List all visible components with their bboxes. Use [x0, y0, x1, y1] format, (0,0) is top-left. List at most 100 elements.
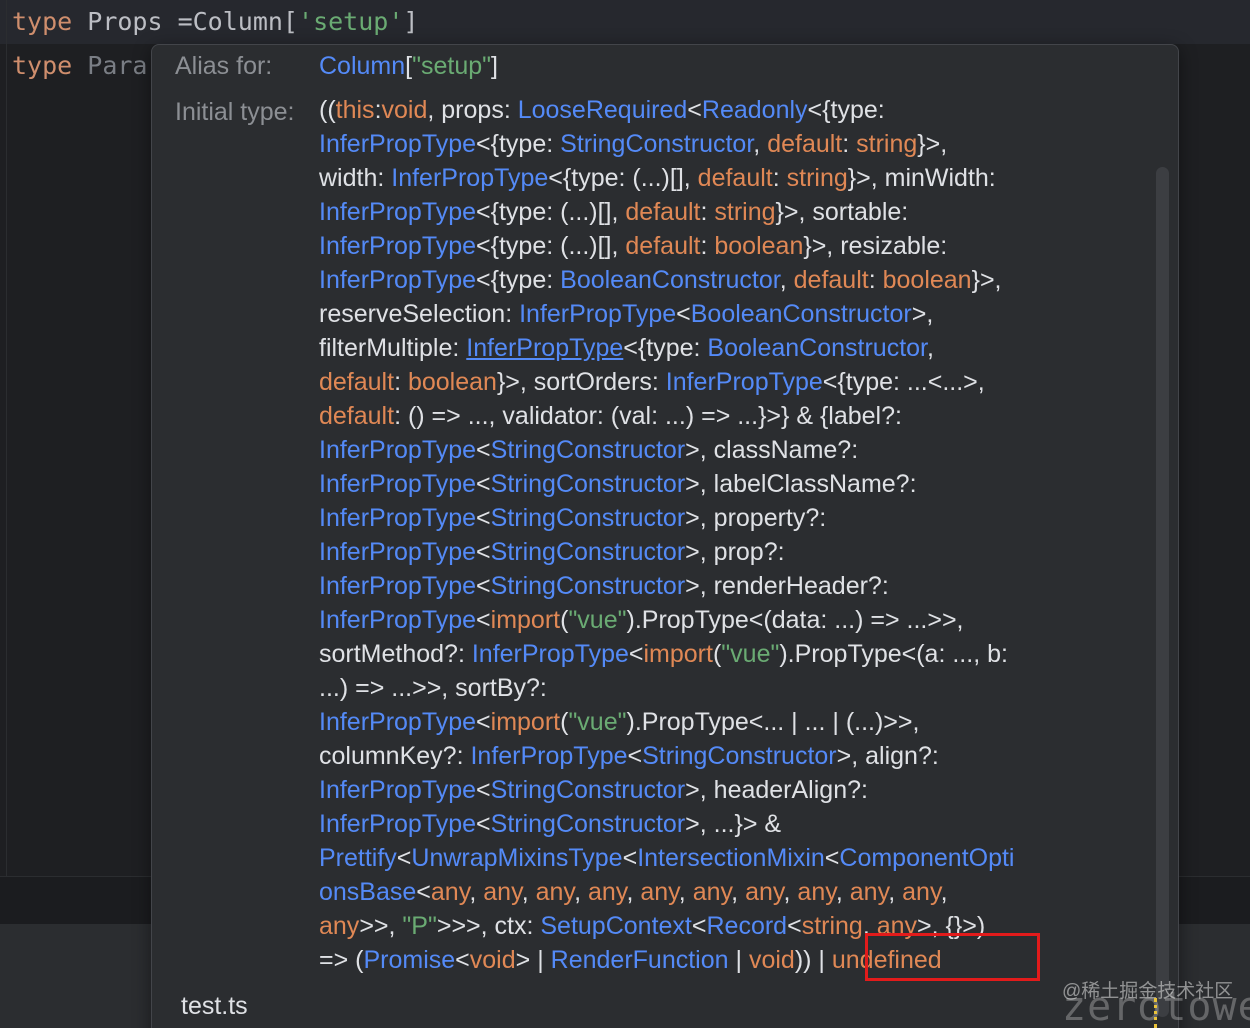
popup-scrollbar[interactable]: [1156, 167, 1169, 1017]
type-token[interactable]: InferPropType: [319, 130, 476, 158]
signature-line: InferPropType<{type: StringConstructor, …: [319, 127, 1159, 161]
type-token[interactable]: InferPropType: [319, 810, 476, 838]
code-line-2[interactable]: type Para: [12, 46, 147, 86]
signature-line: default: () => ..., validator: (val: ...…: [319, 399, 1159, 433]
type-token[interactable]: InferPropType: [319, 436, 476, 464]
type-token[interactable]: InferPropType: [319, 266, 476, 294]
type-token[interactable]: InferPropType: [319, 504, 476, 532]
string-token: "vue": [721, 640, 780, 668]
signature-line: reserveSelection: InferPropType<BooleanC…: [319, 297, 1159, 331]
text-token: <: [476, 538, 491, 566]
text-token: <{type:: [476, 266, 561, 294]
text-token: :: [772, 164, 787, 192]
signature-line: width: InferPropType<{type: (...)[], def…: [319, 161, 1159, 195]
keyword-token: import: [643, 640, 713, 668]
type-token[interactable]: IntersectionMixin: [637, 844, 825, 872]
type-token[interactable]: InferPropType: [319, 198, 476, 226]
type-token[interactable]: Readonly: [702, 96, 808, 124]
type-token[interactable]: onsBase: [319, 878, 416, 906]
type-token[interactable]: ComponentOpti: [839, 844, 1014, 872]
signature-line: InferPropType<StringConstructor>, ...}> …: [319, 807, 1159, 841]
text-token: >, property?:: [685, 504, 827, 532]
assignment: =Column[: [177, 7, 298, 36]
text-token: :: [842, 130, 857, 158]
keyword-token: void: [748, 946, 795, 974]
type-token[interactable]: InferPropType: [666, 368, 823, 396]
type-token[interactable]: BooleanConstructor: [691, 300, 912, 328]
type-token[interactable]: InferPropType: [319, 708, 476, 736]
keyword-token: any: [640, 878, 679, 906]
signature-line: InferPropType<StringConstructor>, classN…: [319, 433, 1159, 467]
keyword-token: void: [381, 96, 428, 124]
keyword-token: any: [430, 878, 470, 906]
string-literal: setup: [313, 7, 389, 36]
type-token[interactable]: Prettify: [319, 844, 397, 872]
keyword-token: any: [745, 878, 784, 906]
alias-string: "setup": [412, 52, 492, 80]
text-token: >>>, ctx:: [436, 912, 541, 940]
alias-type-link[interactable]: Column: [319, 52, 405, 80]
keyword-token: any: [692, 878, 732, 906]
text-token: <: [687, 96, 702, 124]
text-token: width:: [319, 164, 392, 192]
type-token[interactable]: StringConstructor: [560, 130, 753, 158]
text-token: <: [476, 470, 491, 498]
signature-line: InferPropType<import("vue").PropType<...…: [319, 705, 1159, 739]
signature-line: sortMethod?: InferPropType<import("vue")…: [319, 637, 1159, 671]
text-token: <: [476, 504, 491, 532]
text-token: )) |: [794, 946, 832, 974]
type-token[interactable]: InferPropType: [319, 232, 476, 260]
quick-documentation-popup[interactable]: Alias for: Column["setup"] Initial type:…: [151, 44, 1179, 1028]
source-file-name[interactable]: test.ts: [181, 989, 248, 1023]
type-token[interactable]: StringConstructor: [491, 538, 686, 566]
keyword-token: boolean: [882, 266, 972, 294]
type-token[interactable]: LooseRequired: [518, 96, 688, 124]
type-token[interactable]: StringConstructor: [491, 436, 686, 464]
type-token[interactable]: InferPropType: [319, 470, 476, 498]
text-token: <{type: ...<...>,: [822, 368, 985, 396]
text-token: }>,: [917, 130, 948, 158]
type-token[interactable]: Promise: [363, 946, 455, 974]
initial-type-label: Initial type:: [175, 98, 295, 126]
type-token[interactable]: StringConstructor: [491, 572, 686, 600]
type-token[interactable]: BooleanConstructor: [560, 266, 780, 294]
type-token[interactable]: RenderFunction: [551, 946, 729, 974]
signature-line: InferPropType<StringConstructor>, header…: [319, 773, 1159, 807]
text-token: <: [476, 606, 491, 634]
type-token[interactable]: InferPropType: [319, 538, 476, 566]
type-token[interactable]: SetupContext: [540, 912, 692, 940]
text-token: <: [824, 844, 840, 872]
type-token[interactable]: InferPropType: [470, 742, 627, 770]
type-token[interactable]: InferPropType: [319, 572, 476, 600]
text-token: >, align?:: [836, 742, 939, 770]
text-token: ,: [940, 878, 948, 906]
type-token[interactable]: BooleanConstructor: [707, 334, 927, 362]
keyword-token: void: [469, 946, 516, 974]
type-token[interactable]: InferPropType: [519, 300, 676, 328]
keyword-token: string: [801, 912, 863, 940]
type-token[interactable]: StringConstructor: [642, 742, 837, 770]
code-line-1[interactable]: type Props =Column['setup']: [12, 2, 418, 42]
type-token[interactable]: UnwrapMixinsType: [411, 844, 622, 872]
text-token: sortMethod?:: [319, 640, 472, 668]
type-token[interactable]: InferPropType: [472, 640, 629, 668]
text-token: columnKey?:: [319, 742, 471, 770]
text-token: ,: [888, 878, 903, 906]
text-token: <: [691, 912, 707, 940]
type-token[interactable]: InferPropType: [319, 776, 476, 804]
type-link-token[interactable]: InferPropType: [466, 334, 623, 362]
text-token: ,: [626, 878, 641, 906]
type-token[interactable]: Record: [706, 912, 787, 940]
type-token[interactable]: StringConstructor: [491, 810, 686, 838]
text-token: <: [416, 878, 431, 906]
type-token[interactable]: StringConstructor: [491, 470, 686, 498]
text-token: >, className?:: [685, 436, 859, 464]
text-token: :: [394, 368, 408, 396]
type-token[interactable]: StringConstructor: [491, 504, 686, 532]
quote-open: ': [298, 7, 314, 36]
type-token[interactable]: InferPropType: [391, 164, 548, 192]
type-token[interactable]: StringConstructor: [491, 776, 686, 804]
type-token[interactable]: InferPropType: [319, 606, 476, 634]
text-token: >>,: [359, 912, 403, 940]
keyword-token: default: [319, 368, 395, 396]
